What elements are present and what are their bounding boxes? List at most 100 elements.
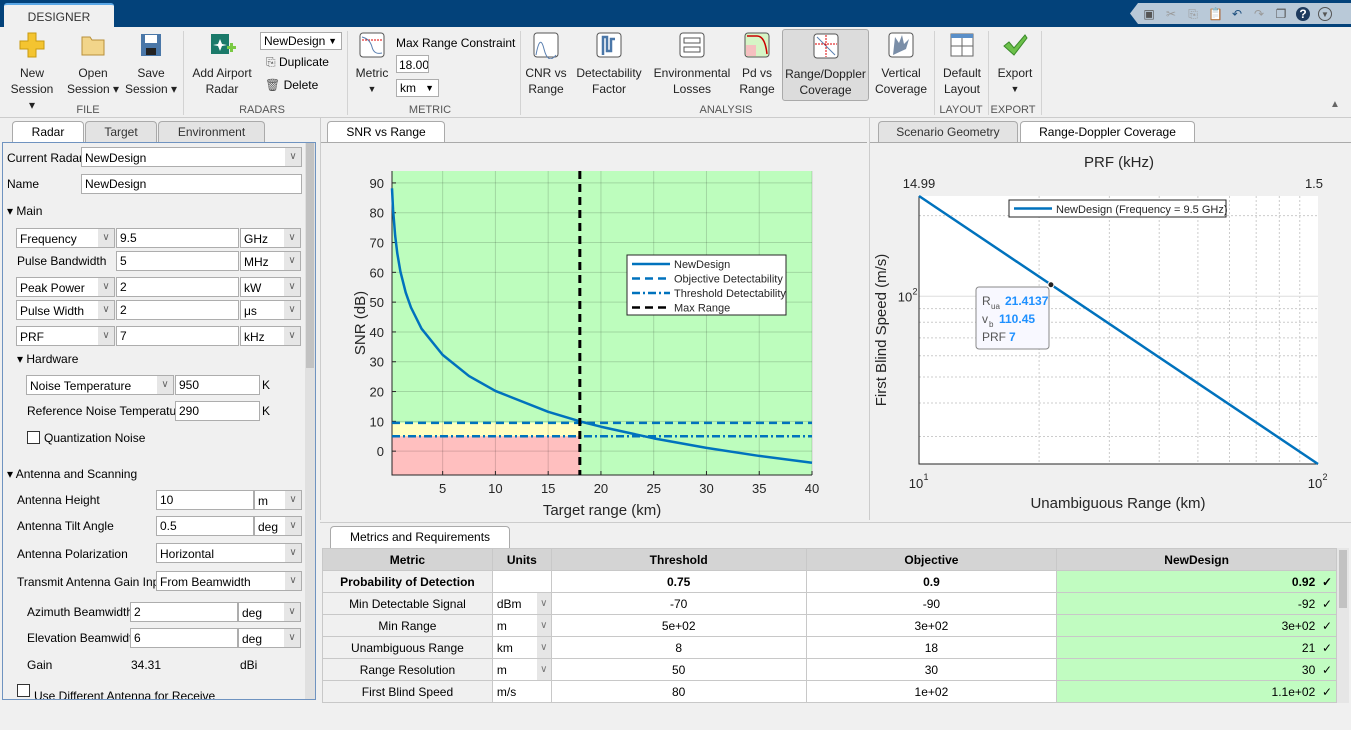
objective-cell[interactable]: 0.9 bbox=[805, 570, 1058, 593]
x-tick-exponent: 1 bbox=[923, 472, 928, 482]
units-cell[interactable]: m ∨ bbox=[491, 658, 552, 681]
datatip-value: 21.4137 bbox=[1005, 294, 1049, 308]
y-tick-label: 90 bbox=[370, 176, 384, 191]
datatip-label: R bbox=[982, 294, 991, 308]
header-newdesign[interactable]: NewDesign bbox=[1056, 548, 1337, 571]
threshold-cell[interactable]: 80 bbox=[550, 680, 807, 703]
metric-cell: Range Resolution bbox=[322, 658, 493, 681]
datatip-label: v bbox=[982, 312, 988, 326]
x-axis-label: Target range (km) bbox=[543, 502, 661, 519]
value: -92 bbox=[1297, 596, 1316, 611]
metric-cell: Min Range bbox=[322, 614, 493, 637]
design-value-cell: -92 ✓ bbox=[1056, 592, 1337, 615]
chevron-down-icon[interactable]: ∨ bbox=[536, 659, 551, 680]
y-tick-label: 60 bbox=[370, 265, 384, 280]
check-icon: ✓ bbox=[1321, 662, 1332, 677]
y-tick-label: 70 bbox=[370, 236, 384, 251]
units-value: km bbox=[496, 640, 513, 655]
threshold-cell[interactable]: 50 bbox=[550, 658, 807, 681]
value: 3e+02 bbox=[1281, 618, 1316, 633]
x-tick-label: 5 bbox=[439, 481, 446, 496]
check-icon: ✓ bbox=[1321, 574, 1332, 589]
units-cell[interactable]: dBm ∨ bbox=[491, 592, 552, 615]
design-value-cell: 0.92 ✓ bbox=[1056, 570, 1337, 593]
design-value-cell: 3e+02 ✓ bbox=[1056, 614, 1337, 637]
datatip-value: 110.45 bbox=[999, 312, 1035, 326]
top-tick-label: 14.99 bbox=[903, 176, 936, 191]
x-axis-label: Unambiguous Range (km) bbox=[1030, 495, 1205, 512]
value: 1.1e+02 bbox=[1271, 684, 1316, 699]
check-icon: ✓ bbox=[1321, 596, 1332, 611]
metrics-table-container: Metric Units Threshold Objective NewDesi… bbox=[322, 548, 1349, 703]
units-cell[interactable]: km ∨ bbox=[491, 636, 552, 659]
y-tick-label: 50 bbox=[370, 295, 384, 310]
table-row: First Blind Speed m/s 80 1e+02 1.1e+02 ✓ bbox=[322, 680, 1337, 703]
value: 0.92 bbox=[1291, 574, 1316, 589]
x-tick-exponent: 2 bbox=[1322, 472, 1327, 482]
x-tick-label: 10 bbox=[1308, 476, 1322, 491]
x-tick-label: 15 bbox=[541, 481, 555, 496]
header-threshold[interactable]: Threshold bbox=[550, 548, 807, 571]
metrics-table: Metric Units Threshold Objective NewDesi… bbox=[322, 548, 1337, 703]
header-units[interactable]: Units bbox=[491, 548, 552, 571]
fail-region bbox=[392, 436, 580, 475]
datatip-subscript: b bbox=[989, 320, 994, 329]
top-tick-label: 1.5 bbox=[1305, 176, 1323, 191]
legend-label: Objective Detectability bbox=[674, 274, 783, 286]
design-value-cell: 30 ✓ bbox=[1056, 658, 1337, 681]
x-tick-label: 35 bbox=[752, 481, 766, 496]
y-tick-label: 0 bbox=[377, 444, 384, 459]
y-tick-exponent: 2 bbox=[912, 286, 917, 296]
table-row: Min Range m ∨ 5e+02 3e+02 3e+02 ✓ bbox=[322, 614, 1337, 637]
design-value-cell: 1.1e+02 ✓ bbox=[1056, 680, 1337, 703]
legend-label: NewDesign (Frequency = 9.5 GHz) bbox=[1056, 204, 1227, 216]
check-icon: ✓ bbox=[1321, 684, 1332, 699]
x-tick-label: 30 bbox=[699, 481, 713, 496]
threshold-cell[interactable]: -70 bbox=[550, 592, 807, 615]
units-cell: m/s bbox=[491, 680, 552, 703]
objective-cell[interactable]: 18 bbox=[805, 636, 1058, 659]
scrollbar-thumb[interactable] bbox=[1339, 550, 1347, 608]
y-tick-label: 20 bbox=[370, 385, 384, 400]
threshold-cell[interactable]: 5e+02 bbox=[550, 614, 807, 637]
y-tick-label: 10 bbox=[370, 414, 384, 429]
metric-cell: First Blind Speed bbox=[322, 680, 493, 703]
units-cell[interactable]: m ∨ bbox=[491, 614, 552, 637]
chevron-down-icon[interactable]: ∨ bbox=[536, 615, 551, 636]
units-value: m bbox=[496, 618, 507, 633]
table-scrollbar[interactable] bbox=[1337, 548, 1349, 703]
threshold-cell[interactable]: 0.75 bbox=[550, 570, 807, 593]
design-value-cell: 21 ✓ bbox=[1056, 636, 1337, 659]
header-metric[interactable]: Metric bbox=[322, 548, 493, 571]
y-axis-label: First Blind Speed (m/s) bbox=[873, 254, 890, 407]
objective-cell[interactable]: 30 bbox=[805, 658, 1058, 681]
table-row: Min Detectable Signal dBm ∨ -70 -90 -92 ✓ bbox=[322, 592, 1337, 615]
marginal-region bbox=[392, 422, 580, 437]
objective-cell[interactable]: 1e+02 bbox=[805, 680, 1058, 703]
tab-metrics-and-requirements[interactable]: Metrics and Requirements bbox=[330, 526, 510, 548]
table-row: Unambiguous Range km ∨ 8 18 21 ✓ bbox=[322, 636, 1337, 659]
value: 21 bbox=[1301, 640, 1316, 655]
value: 30 bbox=[1301, 662, 1316, 677]
y-tick-label: 80 bbox=[370, 206, 384, 221]
metric-cell: Probability of Detection bbox=[322, 570, 493, 593]
datatip-subscript: ua bbox=[991, 302, 1000, 311]
datatip-label: PRF bbox=[982, 330, 1006, 344]
objective-cell[interactable]: 3e+02 bbox=[805, 614, 1058, 637]
table-row: Probability of Detection 0.75 0.9 0.92 ✓ bbox=[322, 570, 1337, 593]
header-objective[interactable]: Objective bbox=[805, 548, 1058, 571]
units-value: m/s bbox=[496, 684, 517, 699]
objective-cell[interactable]: -90 bbox=[805, 592, 1058, 615]
check-icon: ✓ bbox=[1321, 618, 1332, 633]
threshold-cell[interactable]: 8 bbox=[550, 636, 807, 659]
x-tick-label: 20 bbox=[594, 481, 608, 496]
datatip-value: 7 bbox=[1009, 330, 1016, 344]
legend-label: Threshold Detectability bbox=[674, 288, 786, 300]
y-tick-label: 30 bbox=[370, 355, 384, 370]
x-tick-label: 10 bbox=[909, 476, 923, 491]
check-icon: ✓ bbox=[1321, 640, 1332, 655]
table-header: Metric Units Threshold Objective NewDesi… bbox=[322, 548, 1337, 571]
chevron-down-icon[interactable]: ∨ bbox=[536, 637, 551, 658]
chevron-down-icon[interactable]: ∨ bbox=[536, 593, 551, 614]
metrics-panel: Metrics and Requirements Metric Units Th… bbox=[320, 522, 1351, 730]
